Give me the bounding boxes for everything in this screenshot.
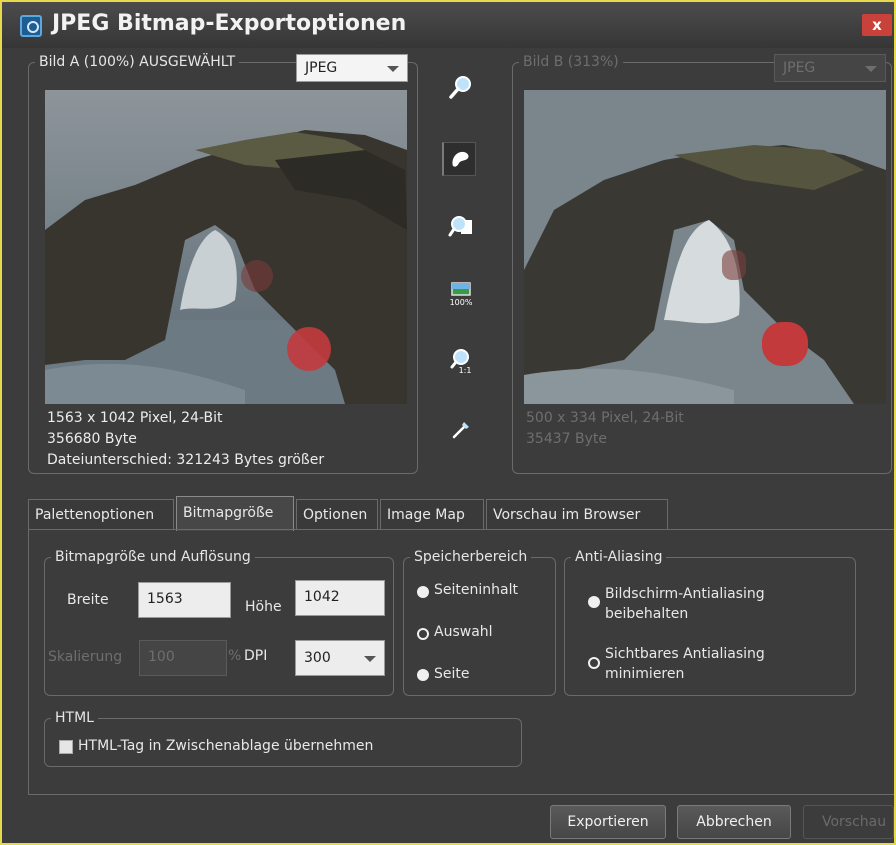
zoom-tool[interactable]	[444, 70, 478, 104]
image-b-format-select[interactable]: JPEG	[774, 54, 886, 82]
selection-label[interactable]: Auswahl	[434, 624, 493, 640]
app-camera-icon	[20, 15, 42, 37]
chevron-down-icon	[865, 66, 877, 72]
image-a-info: 1563 x 1042 Pixel, 24-Bit 356680 Byte Da…	[47, 408, 324, 471]
tab-palette-options[interactable]: Palettenoptionen	[28, 499, 174, 530]
image-a-size: 356680 Byte	[47, 431, 137, 447]
minimize-visible-antialiasing-line1: Sichtbares Antialiasing	[605, 646, 765, 662]
image-a-dimensions: 1563 x 1042 Pixel, 24-Bit	[47, 410, 223, 426]
tab-options[interactable]: Optionen	[296, 499, 378, 530]
preview-button[interactable]: Vorschau	[803, 805, 894, 839]
chevron-down-icon	[387, 66, 399, 72]
dpi-select[interactable]: 300	[295, 640, 385, 676]
zoom-1to1-icon: 1:1	[450, 349, 472, 375]
scale-label: Skalierung	[48, 649, 123, 665]
title-bar[interactable]: JPEG Bitmap-Exportoptionen x	[2, 2, 894, 48]
export-button[interactable]: Exportieren	[550, 805, 666, 839]
radio-page[interactable]	[417, 669, 429, 681]
image-a-label: Bild A (100%) AUSGEWÄHLT	[39, 54, 236, 70]
radio-page-content[interactable]	[417, 586, 429, 598]
radio-selection[interactable]	[417, 628, 429, 640]
percent-label: %	[228, 648, 242, 664]
width-label: Breite	[67, 592, 109, 608]
pan-hand-icon	[451, 151, 469, 167]
minimize-visible-antialiasing-line2: minimieren	[605, 666, 685, 682]
radio-minimize-visible-antialiasing[interactable]	[588, 657, 600, 669]
image-a-format-select[interactable]: JPEG	[296, 54, 408, 82]
minimize-visible-antialiasing-label[interactable]: Sichtbares Antialiasing minimieren	[605, 644, 765, 684]
coastal-arch-photo	[45, 90, 407, 404]
coastal-arch-photo-zoomed	[524, 90, 886, 404]
image-b-label: Bild B (313%)	[523, 54, 619, 70]
zoom-1to1-tool[interactable]: 1:1	[444, 344, 478, 378]
zoom-100-tool[interactable]: 100%	[444, 277, 478, 311]
close-button[interactable]: x	[862, 14, 892, 36]
tab-image-map[interactable]: Image Map	[380, 499, 484, 530]
image-b-dimensions: 500 x 334 Pixel, 24-Bit	[526, 410, 684, 426]
html-group-label: HTML	[55, 710, 94, 726]
zoom-100-label: 100%	[450, 298, 473, 307]
color-picker-tool[interactable]	[444, 412, 478, 446]
keep-screen-antialiasing-line2: beibehalten	[605, 606, 689, 622]
height-input[interactable]: 1042	[295, 580, 385, 616]
color-picker-icon	[452, 422, 469, 439]
storage-range-group-label: Speicherbereich	[414, 549, 528, 565]
cancel-button[interactable]: Abbrechen	[677, 805, 791, 839]
width-input[interactable]: 1563	[138, 582, 231, 618]
page-content-label[interactable]: Seiteninhalt	[434, 582, 518, 598]
zoom-1to1-label: 1:1	[459, 366, 472, 375]
zoom-page-tool[interactable]	[444, 210, 478, 244]
image-a-difference: Dateiunterschied: 321243 Bytes größer	[47, 452, 325, 468]
keep-screen-antialiasing-label[interactable]: Bildschirm-Antialiasing beibehalten	[605, 584, 765, 624]
image-a-format-value: JPEG	[305, 60, 338, 76]
image-b-preview[interactable]	[524, 90, 886, 404]
image-a-preview[interactable]	[45, 90, 407, 404]
zoom-icon	[449, 76, 471, 99]
tab-browser-preview[interactable]: Vorschau im Browser	[486, 499, 668, 530]
image-b-format-value: JPEG	[783, 60, 816, 76]
height-label: Höhe	[245, 599, 282, 615]
dpi-label: DPI	[244, 648, 268, 664]
dialog-title: JPEG Bitmap-Exportoptionen	[52, 11, 407, 36]
radio-keep-screen-antialiasing[interactable]	[588, 596, 600, 608]
image-b-info: 500 x 334 Pixel, 24-Bit 35437 Byte	[526, 408, 684, 450]
bitmap-size-group-label: Bitmapgröße und Auflösung	[55, 549, 251, 565]
zoom-page-icon	[448, 216, 472, 237]
html-tag-checkbox[interactable]	[59, 740, 73, 754]
dpi-value: 300	[304, 650, 331, 666]
tab-bitmap-size[interactable]: Bitmapgröße	[176, 496, 294, 531]
page-label[interactable]: Seite	[434, 666, 470, 682]
image-b-size: 35437 Byte	[526, 431, 607, 447]
export-dialog: JPEG Bitmap-Exportoptionen x Bild A (100…	[0, 0, 896, 845]
chevron-down-icon	[364, 656, 376, 662]
html-tag-checkbox-label[interactable]: HTML-Tag in Zwischenablage übernehmen	[78, 738, 373, 754]
antialiasing-group-label: Anti-Aliasing	[575, 549, 663, 565]
pan-tool[interactable]	[442, 142, 476, 176]
zoom-100-icon: 100%	[450, 282, 473, 307]
scale-input[interactable]: 100	[139, 640, 227, 676]
keep-screen-antialiasing-line1: Bildschirm-Antialiasing	[605, 586, 765, 602]
